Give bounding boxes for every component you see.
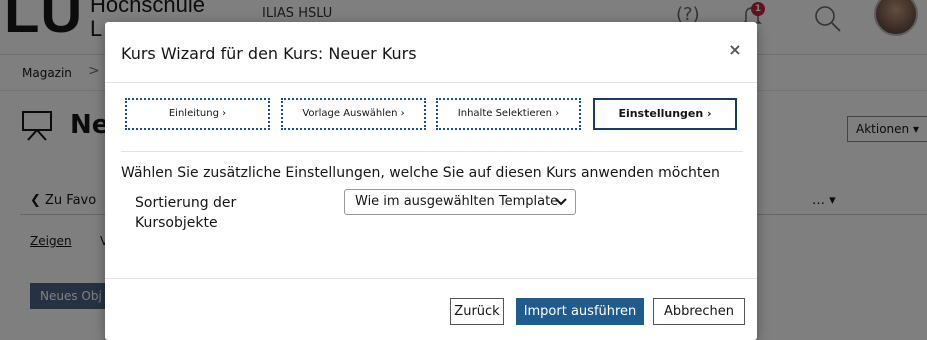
sort-order-select-value: Wie im ausgewählten Template bbox=[355, 194, 559, 209]
close-icon[interactable]: × bbox=[725, 40, 745, 59]
step-einstellungen[interactable]: Einstellungen › bbox=[593, 98, 737, 130]
sort-order-select[interactable]: Wie im ausgewählten Template bbox=[344, 189, 576, 215]
steps-divider bbox=[121, 151, 743, 152]
course-wizard-dialog: Kurs Wizard für den Kurs: Neuer Kurs × E… bbox=[105, 22, 757, 340]
back-button[interactable]: Zurück bbox=[450, 298, 504, 325]
cancel-button[interactable]: Abbrechen bbox=[653, 298, 745, 325]
header-divider bbox=[105, 82, 757, 83]
intro-text: Wählen Sie zusätzliche Einstellungen, we… bbox=[121, 165, 720, 181]
wizard-steps: Einleitung › Vorlage Auswählen › Inhalte… bbox=[125, 98, 737, 130]
dialog-title: Kurs Wizard für den Kurs: Neuer Kurs bbox=[121, 44, 417, 63]
footer-divider bbox=[105, 278, 757, 279]
import-button[interactable]: Import ausführen bbox=[516, 298, 644, 325]
step-vorlage-auswaehlen[interactable]: Vorlage Auswählen › bbox=[281, 98, 426, 130]
step-einleitung[interactable]: Einleitung › bbox=[125, 98, 270, 130]
chevron-down-icon bbox=[555, 198, 567, 206]
step-inhalte-selektieren[interactable]: Inhalte Selektieren › bbox=[436, 98, 581, 130]
sort-order-label: Sortierung der Kursobjekte bbox=[135, 195, 237, 231]
